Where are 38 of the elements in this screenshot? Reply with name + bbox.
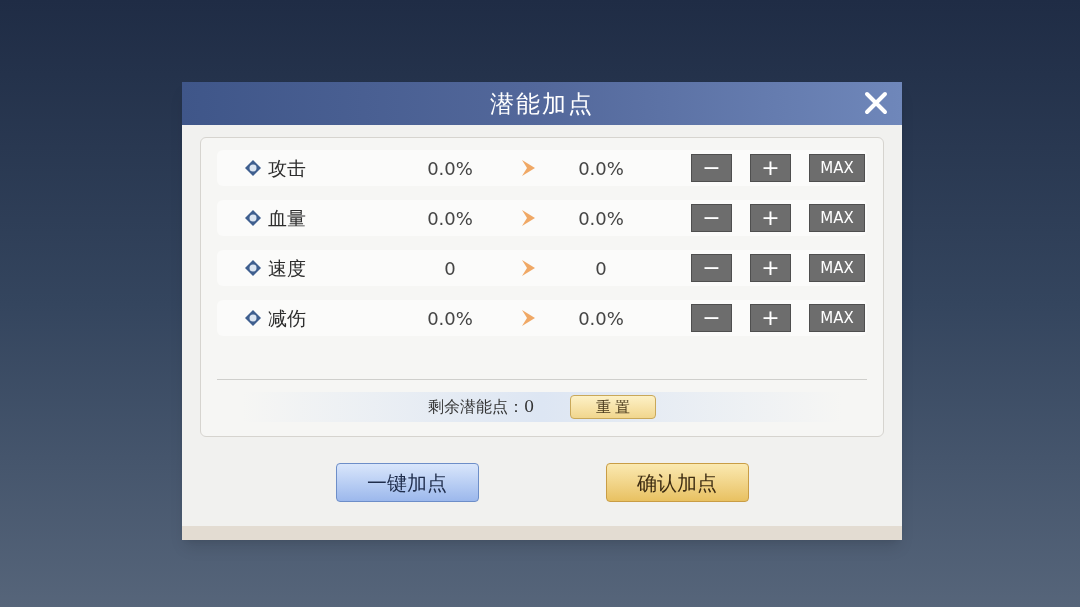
attribute-label: 血量 — [268, 205, 307, 231]
diamond-icon — [244, 209, 262, 227]
max-button[interactable]: MAX — [809, 254, 865, 282]
attribute-label: 攻击 — [268, 155, 307, 181]
increase-button[interactable]: + — [750, 204, 791, 232]
max-button[interactable]: MAX — [809, 304, 865, 332]
max-button[interactable]: MAX — [809, 154, 865, 182]
diamond-icon — [244, 259, 262, 277]
attribute-label: 减伤 — [268, 305, 307, 331]
current-value: 0 — [443, 256, 457, 281]
chevron-arrow-icon — [520, 159, 536, 177]
next-value: 0 — [594, 256, 608, 281]
reset-button[interactable]: 重 置 — [570, 395, 657, 419]
next-value: 0.0% — [577, 206, 625, 231]
auto-allocate-button[interactable]: 一键加点 — [335, 463, 479, 502]
decrease-button[interactable]: − — [691, 204, 732, 232]
remaining-points-text: 剩余潜能点：0 — [427, 396, 535, 418]
dialog-title: 潜能加点 — [490, 88, 594, 120]
chevron-arrow-icon — [520, 259, 536, 277]
diamond-icon — [244, 309, 262, 327]
increase-button[interactable]: + — [750, 254, 791, 282]
decrease-button[interactable]: − — [691, 304, 732, 332]
current-value: 0.0% — [426, 156, 474, 181]
increase-button[interactable]: + — [750, 304, 791, 332]
next-value: 0.0% — [577, 306, 625, 331]
attribute-label: 速度 — [268, 255, 307, 281]
confirm-button[interactable]: 确认加点 — [605, 463, 749, 502]
close-icon[interactable] — [864, 91, 888, 115]
current-value: 0.0% — [426, 306, 474, 331]
current-value: 0.0% — [426, 206, 474, 231]
decrease-button[interactable]: − — [691, 254, 732, 282]
max-button[interactable]: MAX — [809, 204, 865, 232]
chevron-arrow-icon — [520, 309, 536, 327]
decrease-button[interactable]: − — [691, 154, 732, 182]
diamond-icon — [244, 159, 262, 177]
next-value: 0.0% — [577, 156, 625, 181]
chevron-arrow-icon — [520, 209, 536, 227]
increase-button[interactable]: + — [750, 154, 791, 182]
